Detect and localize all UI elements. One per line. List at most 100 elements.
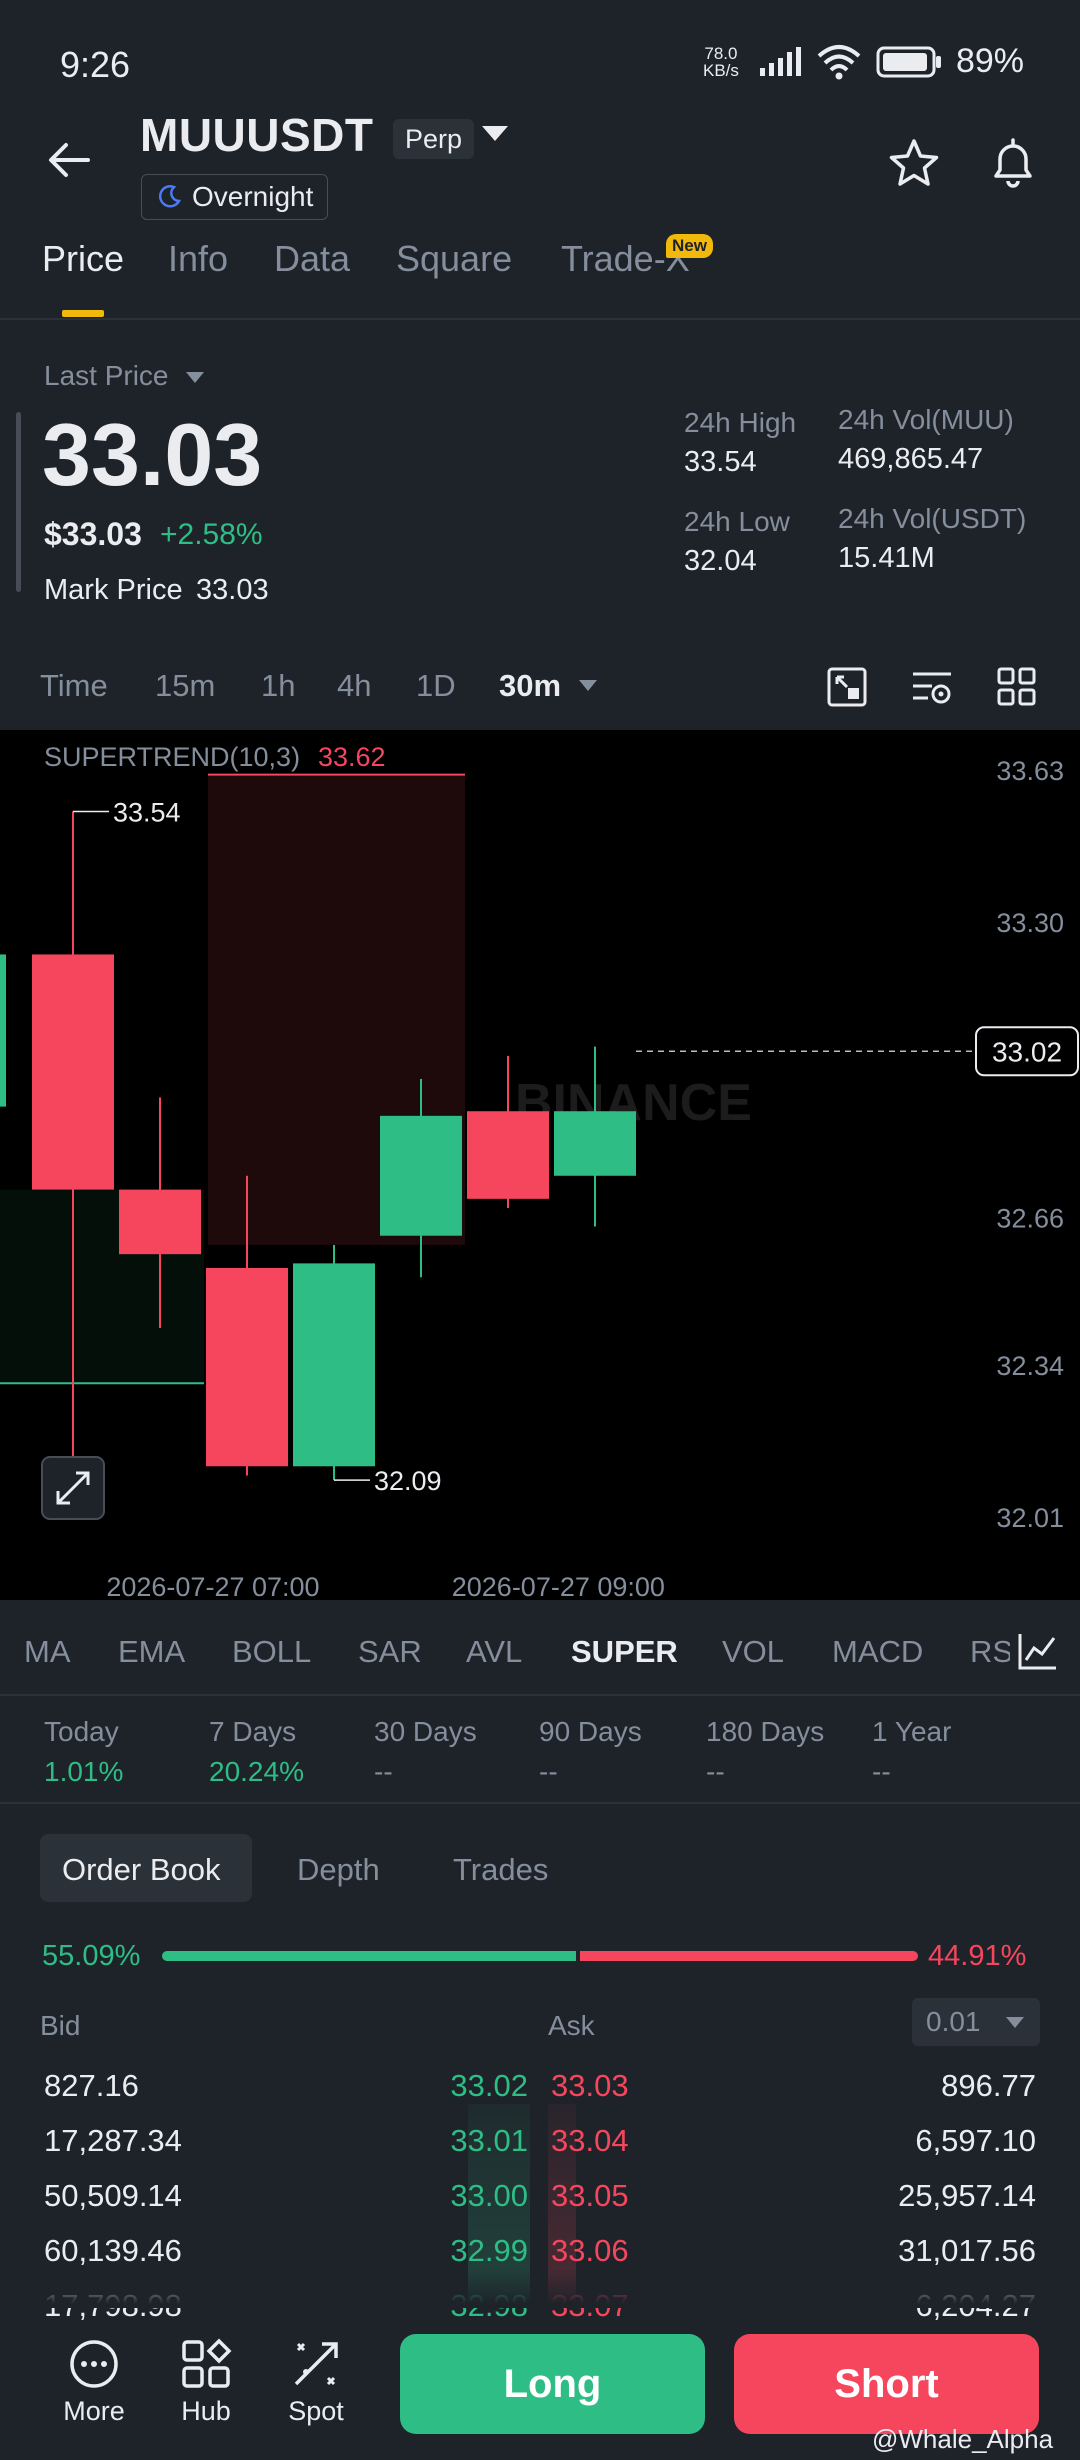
fullscreen-toggle-icon[interactable] — [826, 666, 868, 708]
tab-depth[interactable]: Depth — [297, 1852, 380, 1888]
bid-qty: 50,509.14 — [44, 2178, 182, 2213]
more-icon[interactable] — [68, 2338, 120, 2390]
interval-1d[interactable]: 1D — [416, 668, 456, 704]
tab-info[interactable]: Info — [168, 238, 228, 280]
indicator-ema[interactable]: EMA — [118, 1634, 185, 1670]
overnight-badge: Overnight — [141, 174, 329, 220]
ask-qty: 896.77 — [941, 2068, 1036, 2103]
interval-4h[interactable]: 4h — [337, 668, 371, 704]
vol-quote-value: 15.41M — [838, 542, 935, 574]
tab-square[interactable]: Square — [396, 238, 512, 280]
last-price-selector[interactable]: Last Price — [44, 360, 169, 392]
indicator-rs[interactable]: RS — [970, 1634, 1010, 1670]
interval-chevron-icon[interactable] — [579, 680, 597, 691]
candle-body — [119, 1189, 201, 1255]
last-price: 33.03 — [42, 405, 263, 504]
y-tick-label: 32.34 — [996, 1351, 1064, 1381]
current-price-label: 33.02 — [992, 1036, 1062, 1067]
bid-ratio-bar — [162, 1951, 576, 1961]
mark-price-label: Mark Price — [44, 574, 183, 606]
indicator-avl[interactable]: AVL — [466, 1634, 522, 1670]
hub-icon[interactable] — [180, 2338, 232, 2390]
interval-15m[interactable]: 15m — [155, 668, 215, 704]
net-speed-value: 78.0 — [704, 43, 738, 63]
network-speed: 78.0 KB/s — [698, 45, 744, 79]
perp-badge: Perp — [393, 119, 475, 159]
order-book-row[interactable]: 50,509.14 33.00 33.05 25,957.14 — [0, 2178, 1080, 2233]
tab-data[interactable]: Data — [274, 238, 350, 280]
tab-trades[interactable]: Trades — [453, 1852, 548, 1888]
perf-30d-value: -- — [374, 1756, 393, 1787]
low-marker-label: 32.09 — [374, 1466, 442, 1496]
nav-spot-label[interactable]: Spot — [266, 2396, 366, 2427]
chart-canvas[interactable]: BINANCE 33.5432.0933.02 33.6333.3032.663… — [0, 730, 1080, 1602]
perf-180d-label: 180 Days — [706, 1716, 825, 1747]
price-step-value: 0.01 — [926, 2006, 981, 2037]
tab-price[interactable]: Price — [42, 238, 124, 280]
chart-settings-icon[interactable] — [910, 666, 954, 708]
bid-header: Bid — [40, 2010, 81, 2041]
pair-title[interactable]: MUUUSDT — [140, 108, 373, 162]
price-change: +2.58% — [160, 518, 263, 551]
indicator-chart-icon[interactable] — [1016, 1630, 1060, 1672]
bid-price: 32.99 — [450, 2233, 528, 2268]
long-button[interactable]: Long — [400, 2334, 705, 2434]
short-button[interactable]: Short — [734, 2334, 1039, 2434]
indicator-ma[interactable]: MA — [24, 1634, 71, 1670]
nav-more-label[interactable]: More — [44, 2396, 144, 2427]
supertrend-value: 33.62 — [318, 742, 386, 772]
last-price-chevron-icon[interactable] — [186, 372, 204, 383]
interval-1h[interactable]: 1h — [261, 668, 295, 704]
indicator-sar[interactable]: SAR — [358, 1634, 422, 1670]
perf-7d-label: 7 Days — [209, 1716, 297, 1747]
ask-price: 33.04 — [551, 2123, 629, 2158]
bid-price: 33.01 — [450, 2123, 528, 2158]
price-accent-bar — [16, 412, 21, 592]
alert-bell-icon[interactable] — [984, 134, 1042, 192]
candle-body — [380, 1115, 462, 1236]
candle-body — [467, 1111, 549, 1199]
supertrend-label: SUPERTREND(10,3) — [44, 742, 300, 772]
vol-base-value: 469,865.47 — [838, 443, 984, 475]
tab-order-book[interactable]: Order Book — [62, 1852, 221, 1888]
indicator-boll[interactable]: BOLL — [232, 1634, 311, 1670]
ask-qty: 31,017.56 — [898, 2233, 1036, 2268]
ask-header: Ask — [548, 2010, 595, 2041]
candlestick-chart[interactable]: BINANCE 33.54 32.09 33.02 33.63 33.30 32.66 3… — [0, 730, 1080, 1602]
favorite-star-icon[interactable] — [886, 136, 942, 192]
nav-hub-label[interactable]: Hub — [156, 2396, 256, 2427]
price-step-select[interactable]: 0.01 — [912, 1998, 1040, 2046]
ask-price: 33.05 — [551, 2178, 629, 2213]
high-marker-label: 33.54 — [113, 798, 181, 828]
indicator-super[interactable]: SUPER — [571, 1634, 678, 1670]
overnight-label: Overnight — [192, 181, 314, 212]
order-book-row[interactable]: 17,287.34 33.01 33.04 6,597.10 — [0, 2123, 1080, 2178]
perf-7d-value: 20.24% — [209, 1756, 304, 1787]
perf-90d-value: -- — [539, 1756, 558, 1787]
vol-quote-label: 24h Vol(USDT) — [838, 503, 1027, 534]
ask-ratio-bar — [580, 1951, 918, 1961]
perf-today-label: Today — [44, 1716, 119, 1747]
wifi-icon — [817, 44, 861, 79]
back-arrow-icon[interactable] — [44, 135, 94, 185]
perf-1y-label: 1 Year — [872, 1716, 952, 1747]
bid-qty: 827.16 — [44, 2068, 139, 2103]
interval-time[interactable]: Time — [40, 668, 108, 704]
perf-180d-value: -- — [706, 1756, 725, 1787]
ask-price: 33.03 — [551, 2068, 629, 2103]
ask-price: 33.06 — [551, 2233, 629, 2268]
layout-grid-icon[interactable] — [996, 666, 1038, 708]
bid-ratio: 55.09% — [42, 1940, 141, 1972]
indicator-macd[interactable]: MACD — [832, 1634, 923, 1670]
expand-chart-button[interactable] — [41, 1456, 105, 1520]
signal-icon — [759, 46, 801, 76]
pair-dropdown-chevron-icon[interactable] — [482, 126, 508, 141]
perf-today-value: 1.01% — [44, 1756, 124, 1787]
y-tick-label: 32.66 — [996, 1203, 1064, 1233]
indicator-vol[interactable]: VOL — [722, 1634, 784, 1670]
spot-icon[interactable] — [290, 2338, 342, 2390]
active-tab-indicator — [62, 310, 104, 317]
interval-30m[interactable]: 30m — [499, 668, 561, 704]
y-tick-label: 32.01 — [996, 1503, 1064, 1533]
order-book-row[interactable]: 827.16 33.02 33.03 896.77 — [0, 2068, 1080, 2123]
